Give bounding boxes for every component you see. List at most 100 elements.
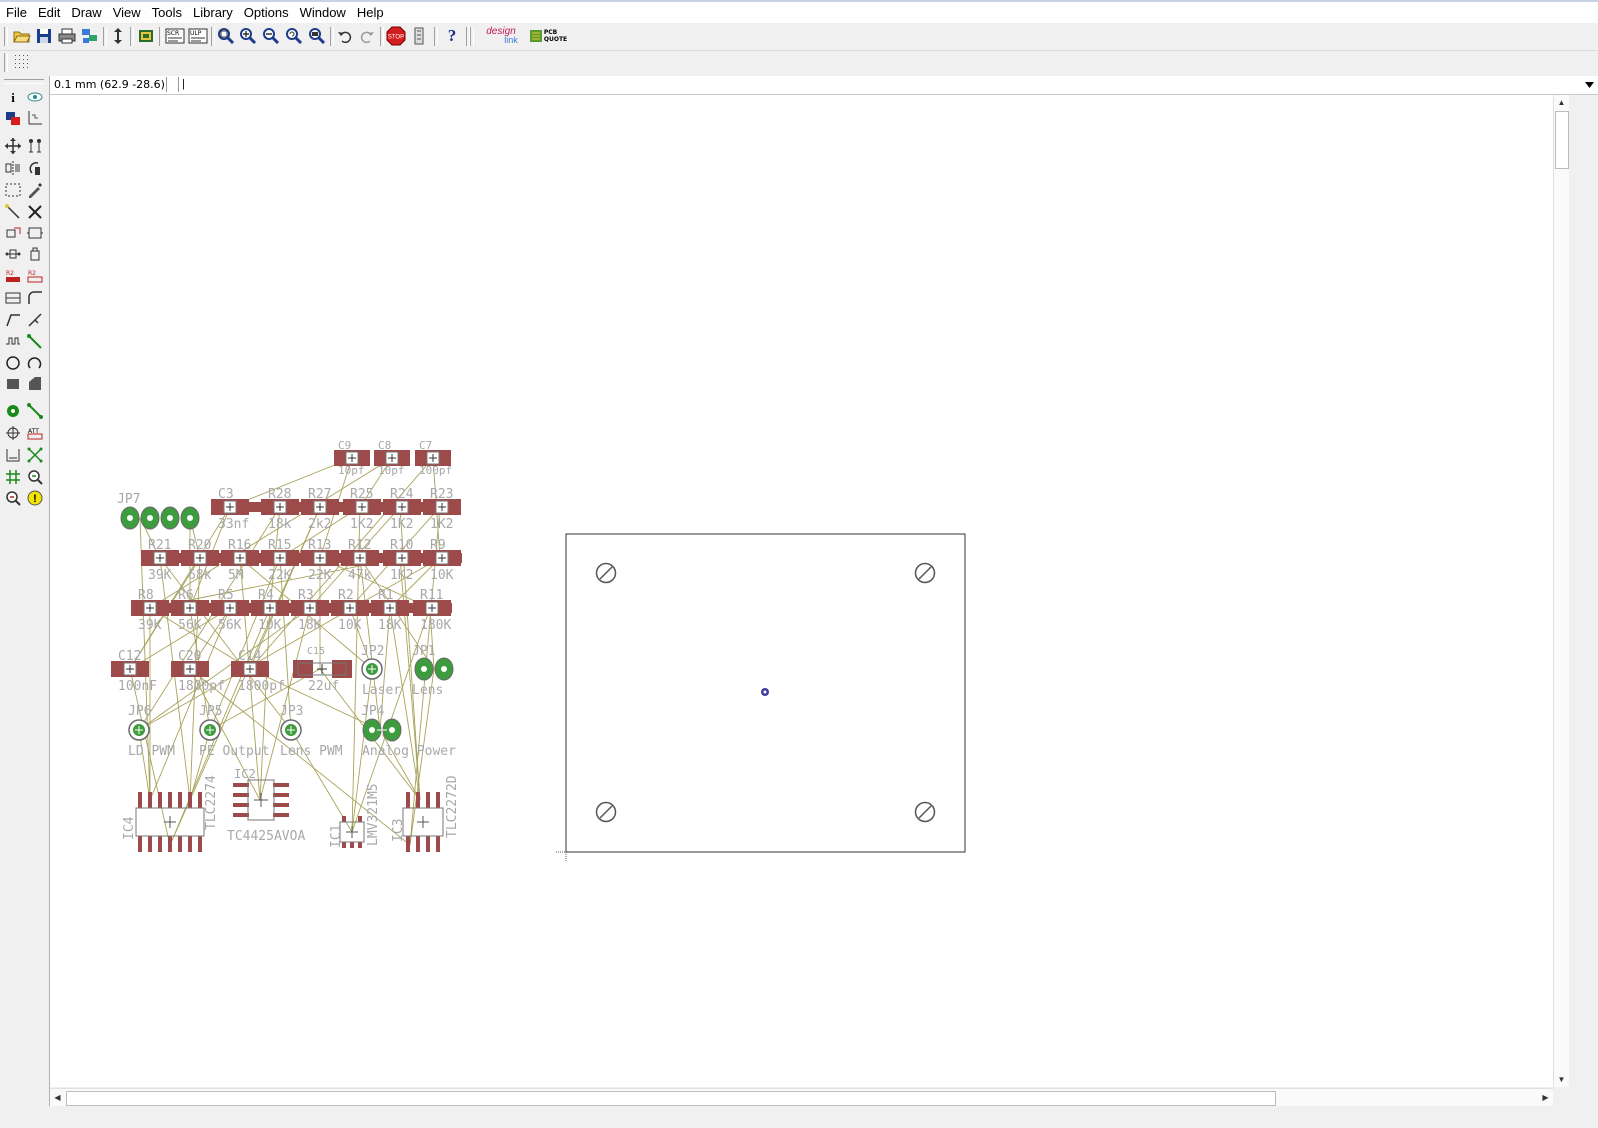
help-icon[interactable]: ? (442, 26, 462, 46)
open-icon[interactable] (12, 26, 32, 46)
horizontal-scrollbar[interactable]: ◀ ▶ (50, 1088, 1553, 1106)
polygon-icon[interactable] (25, 374, 45, 394)
board-canvas[interactable]: C9 10pf C8 10pf C7 100pf JP7 C3 33nf R28 18k R27 2k2… (50, 95, 1553, 1087)
help-label: ? (447, 26, 457, 45)
mark-icon[interactable] (25, 108, 45, 128)
part-jp7-pin[interactable] (140, 506, 160, 530)
erc-icon[interactable]: ! (25, 488, 45, 508)
delete-icon[interactable] (25, 202, 45, 222)
board-drawing[interactable]: C9 10pf C8 10pf C7 100pf JP7 C3 33nf R28 18k R27 2k2… (50, 95, 1553, 1087)
drc-icon[interactable] (3, 488, 23, 508)
part-jp3[interactable] (280, 719, 302, 741)
go-icon[interactable] (409, 26, 429, 46)
zoom-fit-sheet-icon[interactable] (108, 26, 128, 46)
part-jp7-pin[interactable] (120, 506, 140, 530)
menu-file[interactable]: File (0, 2, 32, 23)
grid-icon[interactable] (12, 52, 32, 72)
mounting-hole-bottom-left[interactable] (595, 801, 617, 823)
arc-icon[interactable] (25, 353, 45, 373)
attribute-icon[interactable]: ATT (25, 423, 45, 443)
command-input[interactable]: | (178, 77, 1580, 92)
ratsnest-icon[interactable] (25, 445, 45, 465)
part-jp5[interactable] (199, 719, 221, 741)
menu-edit[interactable]: Edit (32, 2, 65, 23)
menu-view[interactable]: View (107, 2, 146, 23)
pcb-quote-icon[interactable]: PCB QUOTE (529, 26, 567, 46)
part-jp6[interactable] (128, 719, 150, 741)
smash-icon[interactable] (25, 244, 45, 264)
zoom-fit-icon[interactable] (216, 26, 236, 46)
text-icon[interactable] (25, 331, 45, 351)
display-icon[interactable] (3, 108, 23, 128)
undo-icon[interactable] (335, 26, 355, 46)
layer-icon[interactable] (136, 26, 156, 46)
paste-icon[interactable] (3, 202, 23, 222)
mounting-hole-top-left[interactable] (595, 562, 617, 584)
rect-icon[interactable] (3, 374, 23, 394)
vertical-scroll-thumb[interactable] (1555, 111, 1569, 169)
part-c15[interactable] (293, 660, 352, 678)
split-icon[interactable] (3, 288, 23, 308)
copy-icon[interactable] (25, 136, 45, 156)
move-icon[interactable] (3, 136, 23, 156)
toolbar-separator (434, 27, 438, 46)
menu-library[interactable]: Library (187, 2, 238, 23)
show-icon[interactable] (25, 87, 45, 107)
change-icon[interactable] (25, 180, 45, 200)
signal-icon[interactable] (25, 401, 45, 421)
lock-icon[interactable]: R2 (3, 266, 23, 286)
route-icon[interactable] (3, 310, 23, 330)
scroll-right-arrow[interactable]: ▶ (1538, 1090, 1553, 1105)
mounting-hole-bottom-right[interactable] (914, 801, 936, 823)
zoom-out-icon[interactable] (261, 26, 281, 46)
miter-icon[interactable]: R2 (25, 266, 45, 286)
rotate-icon[interactable] (25, 158, 45, 178)
info-icon[interactable]: i (3, 87, 23, 107)
ulp-icon[interactable]: ULP (188, 26, 208, 46)
part-jp7-pin[interactable] (160, 506, 180, 530)
menu-draw[interactable]: Draw (65, 2, 106, 23)
print-icon[interactable] (57, 26, 77, 46)
stop-icon[interactable]: STOP (386, 26, 406, 46)
mounting-hole-top-right[interactable] (914, 562, 936, 584)
zoom-in-icon[interactable] (238, 26, 258, 46)
group-icon[interactable] (3, 180, 23, 200)
part-ic2-pin (273, 793, 289, 797)
vertical-scrollbar[interactable]: ▲ ▼ (1553, 95, 1569, 1087)
designlink-icon[interactable]: design link (480, 26, 524, 46)
part-jp2[interactable] (361, 658, 383, 680)
zoom-redraw-icon[interactable] (284, 26, 304, 46)
errors-icon[interactable] (25, 467, 45, 487)
save-icon[interactable] (34, 26, 54, 46)
wire-icon[interactable] (3, 331, 23, 351)
circle-icon[interactable] (3, 353, 23, 373)
name-icon[interactable] (25, 223, 45, 243)
add-icon[interactable] (3, 223, 23, 243)
redo-icon[interactable] (357, 26, 377, 46)
hole-icon[interactable] (3, 423, 23, 443)
dimension-icon[interactable] (3, 445, 23, 465)
via-icon[interactable] (3, 401, 23, 421)
mirror-icon[interactable] (3, 158, 23, 178)
auto-icon[interactable] (3, 467, 23, 487)
menu-tools[interactable]: Tools (146, 2, 187, 23)
command-history-dropdown[interactable] (1582, 77, 1596, 92)
script-icon[interactable]: SCR (165, 26, 185, 46)
scroll-left-arrow[interactable]: ◀ (50, 1090, 65, 1105)
zoom-select-icon[interactable] (307, 26, 327, 46)
menu-help[interactable]: Help (351, 2, 389, 23)
menu-options[interactable]: Options (238, 2, 294, 23)
scroll-up-arrow[interactable]: ▲ (1554, 95, 1569, 110)
menu-window[interactable]: Window (294, 2, 351, 23)
part-jp7-pin[interactable] (180, 506, 200, 530)
scroll-down-arrow[interactable]: ▼ (1554, 1072, 1569, 1087)
part-ic4[interactable] (135, 792, 205, 852)
cam-icon[interactable] (80, 26, 100, 46)
part-jp1-pin[interactable] (434, 657, 454, 681)
ripup-icon[interactable] (25, 310, 45, 330)
part-jp1-pin[interactable] (414, 657, 434, 681)
value-icon[interactable] (3, 244, 23, 264)
horizontal-scroll-thumb[interactable] (66, 1091, 1276, 1106)
optimize-icon[interactable] (25, 288, 45, 308)
part-ic3[interactable] (402, 792, 444, 852)
